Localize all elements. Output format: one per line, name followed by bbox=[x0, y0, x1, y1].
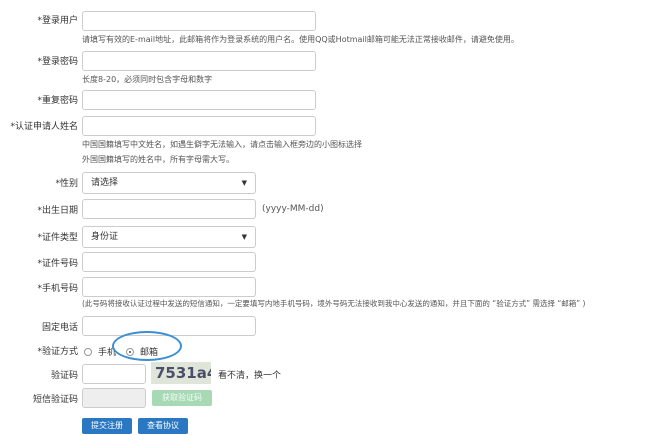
sms-code-input[interactable] bbox=[82, 388, 146, 408]
id-type-label: *证件类型 bbox=[37, 233, 78, 243]
birth-date-label: *出生日期 bbox=[37, 206, 78, 216]
captcha-input[interactable] bbox=[82, 364, 146, 384]
login-user-label: *登录用户 bbox=[37, 16, 78, 26]
submit-registration-button[interactable]: 提交注册 bbox=[82, 418, 132, 434]
mobile-input[interactable] bbox=[82, 277, 256, 297]
id-type-select[interactable]: 身份证 ▼ bbox=[82, 226, 256, 248]
chevron-down-icon: ▼ bbox=[241, 179, 247, 187]
captcha-label: 验证码 bbox=[50, 371, 78, 381]
verify-radio-email[interactable] bbox=[126, 348, 134, 356]
verify-method-label: *验证方式 bbox=[37, 347, 78, 357]
mobile-label: *手机号码 bbox=[37, 284, 78, 294]
sms-code-label: 短信验证码 bbox=[32, 395, 78, 405]
verify-radio-phone[interactable] bbox=[84, 348, 92, 356]
landline-input[interactable] bbox=[82, 316, 256, 336]
birth-date-format-hint: (yyyy-MM-dd) bbox=[262, 204, 324, 214]
id-number-input[interactable] bbox=[82, 252, 256, 272]
landline-label: 固定电话 bbox=[41, 323, 78, 333]
applicant-name-hint-1: 中国国籍填写中文姓名，如遇生僻字无法输入，请点击输入框旁边的小图标选择 bbox=[82, 140, 362, 149]
login-password-label: *登录密码 bbox=[37, 57, 78, 67]
login-user-hint: 请填写有效的E-mail地址，此邮箱将作为登录系统的用户名。使用QQ或Hotma… bbox=[82, 35, 519, 44]
login-user-input[interactable] bbox=[82, 11, 316, 31]
verify-option-email-label: 邮箱 bbox=[140, 348, 159, 358]
login-password-hint: 长度8-20，必须同时包含字母和数字 bbox=[82, 75, 213, 84]
repeat-password-label: *重复密码 bbox=[37, 96, 78, 106]
view-agreement-button[interactable]: 查看协议 bbox=[138, 418, 188, 434]
captcha-image[interactable]: 7531a4 bbox=[151, 362, 211, 384]
applicant-name-input[interactable] bbox=[82, 116, 316, 136]
gender-selected-value: 请选择 bbox=[91, 178, 119, 188]
birth-date-input[interactable] bbox=[82, 199, 256, 219]
applicant-name-label: *认证申请人姓名 bbox=[10, 122, 78, 132]
chevron-down-icon: ▼ bbox=[241, 233, 247, 241]
gender-label: *性别 bbox=[55, 179, 78, 189]
applicant-name-hint-2: 外国国籍填写的姓名中，所有字母需大写。 bbox=[82, 155, 234, 164]
id-number-label: *证件号码 bbox=[37, 259, 78, 269]
captcha-refresh-link[interactable]: 看不清，换一个 bbox=[218, 368, 281, 381]
captcha-image-text: 7531a4 bbox=[155, 364, 211, 382]
id-type-selected-value: 身份证 bbox=[91, 232, 119, 242]
gender-select[interactable]: 请选择 ▼ bbox=[82, 172, 256, 194]
mobile-hint: (此号码将接收认证过程中发送的短信通知，一定要填写内地手机号码，境外号码无法接收… bbox=[82, 299, 586, 308]
repeat-password-input[interactable] bbox=[82, 90, 316, 110]
get-sms-code-button[interactable]: 获取验证码 bbox=[152, 390, 212, 406]
login-password-input[interactable] bbox=[82, 51, 316, 71]
